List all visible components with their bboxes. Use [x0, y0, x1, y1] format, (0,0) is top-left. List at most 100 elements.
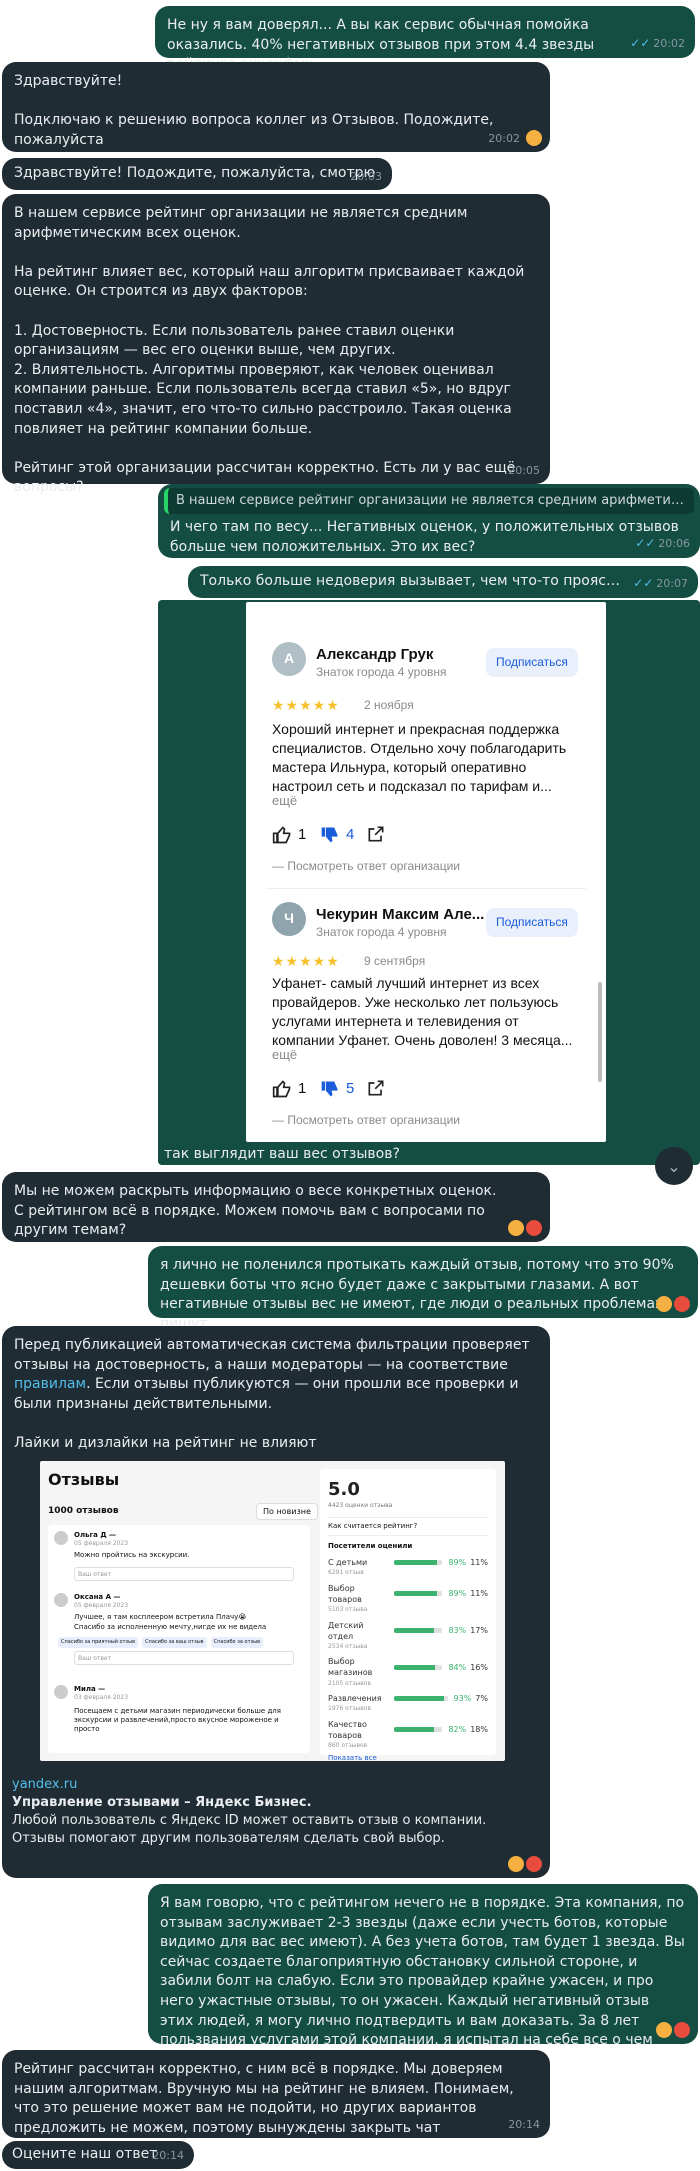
aspect-name: Детский отдел [328, 1620, 364, 1641]
aspect-negative: 11% [470, 1558, 488, 1568]
aspect-bar [394, 1628, 443, 1634]
reply-input[interactable]: Ваш ответ [74, 1567, 294, 1581]
thumbs-up-icon [272, 825, 291, 843]
scroll-down-button[interactable]: ⌄ [655, 1147, 693, 1185]
reviewer-avatar[interactable]: Ч [272, 902, 306, 936]
subscribe-button[interactable]: Подписаться [486, 908, 578, 937]
aspect-bar [394, 1560, 443, 1566]
aspect-bar [394, 1727, 443, 1733]
message-meta: ✓✓ 20:06 [635, 536, 690, 551]
reaction-icons[interactable] [656, 1296, 690, 1312]
like-button[interactable]: 1 [272, 1078, 306, 1099]
share-button[interactable] [366, 824, 386, 844]
rating-subtitle: 4423 оценки отзыва [328, 1502, 393, 1510]
aspect-subtitle: 5103 отзыва [328, 1606, 368, 1614]
aspect-row: С детьми 89% 11% [328, 1557, 488, 1568]
aspect-bar [394, 1591, 443, 1597]
review-date: 9 сентября [364, 954, 426, 968]
message-out-5[interactable]: В нашем сервисе рейтинг организации не я… [158, 484, 700, 558]
message-out-9[interactable]: я лично не поленился протыкать каждый от… [148, 1246, 698, 1332]
reviewer-name[interactable]: Александр Грук [316, 644, 433, 665]
review-text: Можно пройтись на экскурсии. [74, 1551, 190, 1559]
reviewer-avatar[interactable]: А [272, 642, 306, 676]
image-caption: так выглядит ваш вес отзывов? [164, 1146, 400, 1162]
message-in-13[interactable]: Оцените наш ответ 20:14 [2, 2141, 194, 2169]
aspect-positive: 82% [448, 1725, 467, 1735]
subscribe-button[interactable]: Подписаться [486, 648, 578, 677]
message-out-6[interactable]: Только больше недоверия вызывает, чем чт… [188, 566, 698, 598]
message-in-4[interactable]: В нашем сервисе рейтинг организации не я… [2, 194, 550, 495]
message-out-7-image[interactable]: А Александр Грук Знаток города 4 уровня … [158, 600, 700, 1165]
message-meta: ✓✓ 20:07 [633, 576, 688, 591]
message-meta: 20:03 [350, 169, 382, 183]
reaction-icons[interactable] [656, 2022, 690, 2038]
avatar [54, 1593, 68, 1607]
aspect-bar [394, 1664, 443, 1670]
message-in-2[interactable]: Здравствуйте! Подключаю к решению вопрос… [2, 62, 550, 152]
sort-select[interactable]: По новизне [256, 1503, 318, 1521]
quick-reply-chip[interactable]: Спасибо за ваш отзыв [142, 1637, 207, 1648]
preview-domain[interactable]: yandex.ru [12, 1776, 77, 1794]
aspect-name: Качество товаров [328, 1719, 367, 1740]
aspect-negative: 17% [470, 1626, 488, 1636]
aspect-subtitle: 6291 отзыв [328, 1569, 364, 1577]
review-text: Хороший интернет и прекрасная поддержка … [272, 721, 567, 794]
quick-reply-chip[interactable]: Спасибо за приятный отзыв [58, 1637, 139, 1648]
reviews-count: 1000 отзывов [48, 1506, 119, 1516]
message-text: Рейтинг рассчитан корректно, с ним всё в… [14, 2061, 519, 2136]
dislike-button[interactable]: 4 [320, 824, 354, 845]
reaction-icons[interactable] [508, 1220, 542, 1236]
message-out-1[interactable]: Не ну я вам доверял... А вы как сервис о… [155, 6, 695, 72]
thumbs-up-reaction-icon [508, 1220, 524, 1236]
aspect-subtitle: 860 отзывов [328, 1742, 368, 1749]
aspect-row: Выбор магазинов 84% 16% [328, 1656, 488, 1678]
rules-link[interactable]: правилам [14, 1376, 86, 1392]
aspect-row: Качество товаров 82% 18% [328, 1719, 488, 1741]
review-more-link[interactable]: ещё [272, 1046, 297, 1064]
reviews-panel-screenshot[interactable]: Отзывы 1000 отзывов По новизне Ольга Д —… [40, 1461, 505, 1764]
like-count: 1 [298, 826, 307, 843]
aspect-positive: 89% [448, 1558, 467, 1568]
review-date: 05 февраля 2023 [74, 1540, 129, 1547]
message-text: я лично не поленился протыкать каждый от… [160, 1257, 674, 1332]
message-in-10[interactable]: Перед публикацией автоматическая система… [2, 1326, 550, 1878]
panel-title: Отзывы [48, 1470, 120, 1489]
share-button[interactable] [366, 1078, 386, 1098]
message-in-3[interactable]: Здравствуйте! Подождите, пожалуйста, смо… [2, 158, 392, 190]
reaction-icons[interactable] [508, 1856, 542, 1872]
aspect-subtitle: 2105 отзывов [328, 1679, 372, 1687]
reply-input[interactable]: Ваш ответ [74, 1651, 294, 1665]
thumbs-down-icon [321, 1081, 338, 1096]
how-rating-link[interactable]: Как считается рейтинг? [328, 1516, 488, 1537]
aspect-subtitle: 1976 отзывов [328, 1705, 372, 1713]
reaction-icons[interactable] [526, 130, 542, 146]
quick-reply-chip[interactable]: Спасибо за отзыв [210, 1637, 264, 1648]
message-in-12[interactable]: Рейтинг рассчитан корректно, с ним всё в… [2, 2050, 550, 2138]
org-answer-link[interactable]: — Посмотреть ответ организации [272, 1112, 460, 1129]
quoted-reply[interactable]: В нашем сервисе рейтинг организации не я… [164, 488, 694, 515]
org-answer-link[interactable]: — Посмотреть ответ организации [272, 858, 460, 875]
review-text: Посещаем с детьми магазин периодически б… [74, 1707, 281, 1734]
like-button[interactable]: 1 [272, 824, 306, 845]
reviewer-level: Знаток города 4 уровня [316, 925, 447, 939]
review-more-link[interactable]: ещё [272, 792, 297, 810]
avatar [54, 1531, 68, 1545]
preview-title[interactable]: Управление отзывами – Яндекс Бизнес. [12, 1794, 312, 1812]
aspect-positive: 83% [448, 1626, 467, 1636]
preview-description: Любой пользователь с Яндекс ID может ост… [12, 1813, 487, 1847]
avatar [54, 1685, 68, 1699]
aspect-row: Развлечения 93% 7% [328, 1693, 488, 1704]
thumbs-down-icon [321, 827, 338, 842]
dislike-count: 5 [346, 1080, 355, 1097]
aspect-bar-fill [394, 1696, 444, 1702]
share-icon [368, 1080, 384, 1096]
message-in-8[interactable]: Мы не можем раскрыть информацию о весе к… [2, 1172, 550, 1242]
reviewer-name[interactable]: Чекурин Максим Але... [316, 904, 484, 925]
review-text: Лучшее, я там косплеером встретила Плачу… [74, 1613, 267, 1631]
message-out-11[interactable]: Я вам говорю, что с рейтингом нечего не … [148, 1884, 698, 2068]
scrollbar[interactable] [598, 982, 602, 1082]
dislike-button[interactable]: 5 [320, 1078, 354, 1099]
show-all-link[interactable]: Показать все [328, 1754, 488, 1764]
review-text: Уфанет- самый лучший интернет из всех пр… [272, 975, 573, 1048]
review-screenshot[interactable]: А Александр Грук Знаток города 4 уровня … [246, 602, 606, 1142]
